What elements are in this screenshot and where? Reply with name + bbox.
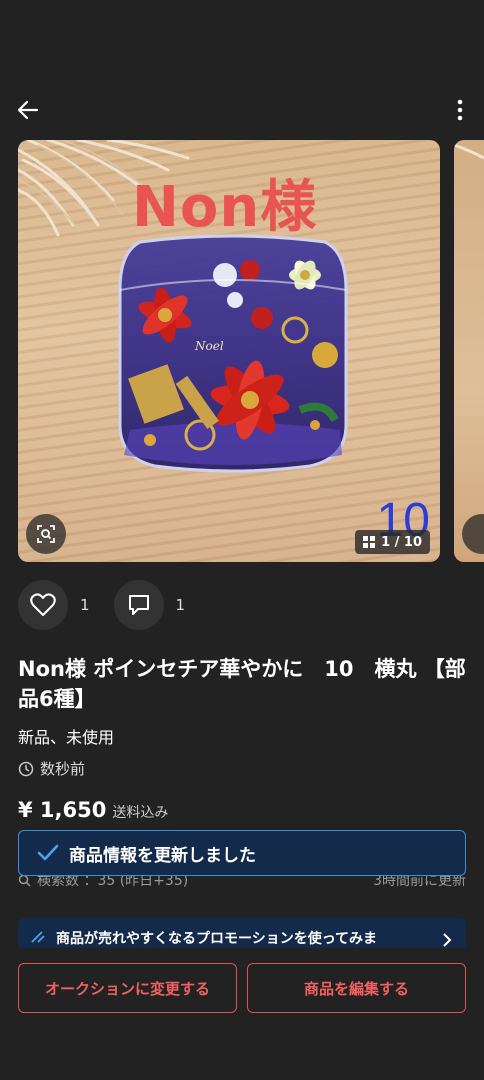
grid-icon — [363, 536, 376, 548]
megaphone-icon — [31, 931, 45, 943]
comment-icon — [128, 595, 149, 615]
posted-time: 数秒前 — [18, 758, 85, 779]
product-photo[interactable]: Non様 Noel 10 1 / 10 — [18, 140, 440, 562]
more-vertical-icon — [457, 99, 463, 121]
image-search-button[interactable] — [26, 514, 66, 554]
action-buttons: オークションに変更する 商品を編集する — [18, 963, 466, 1013]
image-search-button-next[interactable] — [462, 514, 484, 554]
product-condition: 新品、未使用 — [18, 728, 115, 747]
edit-product-button[interactable]: 商品を編集する — [247, 963, 466, 1013]
like-button[interactable] — [18, 580, 68, 630]
checkmark-icon — [37, 844, 59, 861]
promotion-text: 商品が売れやすくなるプロモーションを使ってみま — [56, 931, 378, 947]
chevron-right-icon — [443, 933, 452, 947]
image-counter-text: 1 / 10 — [381, 534, 422, 550]
feather-decoration — [454, 143, 484, 160]
lens-scan-icon — [37, 525, 55, 543]
top-bar — [0, 88, 484, 132]
update-toast: 商品情報を更新しました — [18, 830, 466, 876]
engagement-bar: 1 1 — [18, 580, 209, 630]
product-title: Non様 ポインセチア華やかに 10 横丸 【部品6種】 — [18, 657, 466, 711]
change-to-auction-button[interactable]: オークションに変更する — [18, 963, 237, 1013]
back-button[interactable] — [12, 94, 44, 126]
comment-button[interactable] — [113, 580, 164, 630]
resin-charm-image: Noel — [118, 234, 348, 473]
comment-count: 1 — [175, 596, 186, 614]
product-price: ¥ 1,650 — [18, 798, 107, 822]
posted-time-text: 数秒前 — [40, 760, 86, 778]
svg-text:Noel: Noel — [194, 339, 224, 353]
promotion-banner[interactable]: 商品が売れやすくなるプロモーションを使ってみま — [18, 918, 466, 948]
heart-icon — [30, 593, 56, 616]
arrow-left-icon — [17, 100, 39, 120]
shipping-label: 送料込み — [112, 805, 169, 821]
image-counter: 1 / 10 — [355, 530, 430, 554]
like-count: 1 — [80, 596, 90, 614]
next-product-photo[interactable] — [454, 140, 484, 562]
clock-icon — [18, 761, 34, 776]
image-carousel[interactable]: Non様 Noel 10 1 / 10 — [0, 140, 484, 562]
more-options-button[interactable] — [448, 94, 472, 126]
toast-message: 商品情報を更新しました — [69, 845, 256, 866]
price-row: ¥ 1,650 送料込み — [18, 798, 168, 822]
